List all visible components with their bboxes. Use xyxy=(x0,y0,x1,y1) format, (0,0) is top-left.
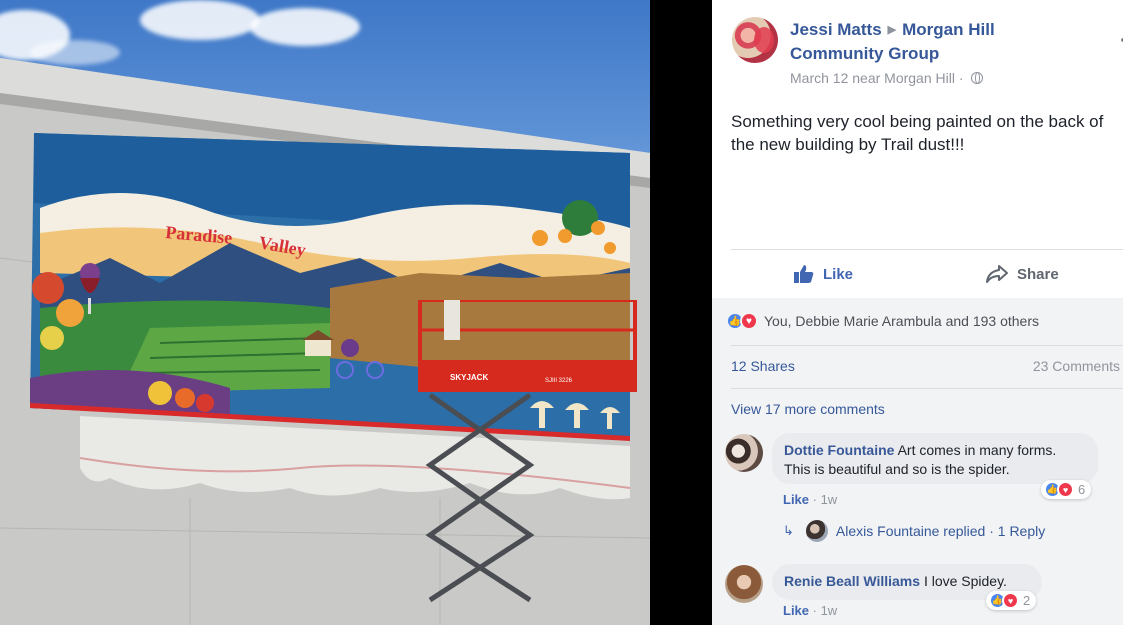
share-arrow-icon xyxy=(986,265,1008,283)
post-photo[interactable]: Paradise Valley SKYJACK SJIII 3226 xyxy=(0,0,650,625)
lightbox-gutter xyxy=(650,0,712,625)
commenter-avatar[interactable] xyxy=(725,565,763,603)
comment-bubble: Dottie Fountaine Art comes in many forms… xyxy=(772,433,1098,484)
caret-right-icon: ▶ xyxy=(887,24,897,36)
love-reaction-icon: ♥ xyxy=(740,312,758,330)
replier-avatar xyxy=(805,520,828,542)
reaction-summary[interactable]: 👍 ♥ You, Debbie Marie Arambula and 193 o… xyxy=(726,312,1039,330)
commenter-avatar[interactable] xyxy=(725,434,763,472)
share-label: Share xyxy=(1017,265,1059,283)
comment-like-link[interactable]: Like xyxy=(783,603,809,618)
comment-reaction-count: 2 xyxy=(1023,593,1031,608)
comment-reactions[interactable]: 👍 ♥ 2 xyxy=(986,591,1037,610)
post-panel: Jessi Matts ▶ Morgan Hill Community Group … xyxy=(712,0,1123,625)
reply-arrow-icon: ↳ xyxy=(783,523,794,538)
thumbs-up-icon xyxy=(794,265,814,283)
divider xyxy=(731,345,1123,346)
comment-replies-link[interactable]: ↳ Alexis Fountaine replied · 1 Reply xyxy=(783,520,1045,542)
love-reaction-icon: ♥ xyxy=(1057,481,1074,498)
shares-link[interactable]: 12 Shares xyxy=(731,358,795,374)
comment-author-link[interactable]: Renie Beall Williams xyxy=(784,573,920,589)
love-reaction-icon: ♥ xyxy=(1002,592,1019,609)
globe-icon[interactable] xyxy=(971,72,984,84)
reply-summary: Alexis Fountaine replied · 1 Reply xyxy=(835,523,1046,539)
comment-reaction-count: 6 xyxy=(1078,482,1086,497)
like-button[interactable]: Like xyxy=(793,250,853,298)
lift-id: SJIII 3226 xyxy=(545,378,573,384)
comment-text: I love Spidey. xyxy=(923,573,1007,589)
divider xyxy=(731,388,1123,389)
post-timestamp[interactable]: March 12 near Morgan Hill · xyxy=(790,70,967,86)
reaction-summary-text: You, Debbie Marie Arambula and 193 other… xyxy=(764,313,1039,329)
scissor-lift: SKYJACK SJIII 3226 xyxy=(418,300,637,603)
comment-like-link[interactable]: Like xyxy=(783,492,809,507)
cloud xyxy=(140,0,260,40)
post-actions: Like Share xyxy=(731,250,1123,298)
post-title: Jessi Matts ▶ Morgan Hill Community Group xyxy=(790,18,1090,66)
lift-brand: SKYJACK xyxy=(450,373,488,382)
comment-time[interactable]: 1w xyxy=(821,492,838,507)
comments-count-link[interactable]: 23 Comments xyxy=(1033,358,1120,374)
like-label: Like xyxy=(823,265,854,283)
comment-time[interactable]: 1w xyxy=(821,603,838,618)
author-avatar[interactable] xyxy=(732,17,778,63)
share-button[interactable]: Share xyxy=(985,250,1059,298)
post-footer: 👍 ♥ You, Debbie Marie Arambula and 193 o… xyxy=(712,298,1123,625)
post-text: Something very cool being painted on the… xyxy=(731,112,1104,154)
cloud xyxy=(250,8,360,46)
post-meta: March 12 near Morgan Hill · xyxy=(790,70,984,86)
comment-actions: Like · 1w xyxy=(783,603,838,618)
comment-author-link[interactable]: Dottie Fountaine xyxy=(784,442,894,458)
author-name-link[interactable]: Jessi Matts xyxy=(790,20,882,39)
view-more-comments-link[interactable]: View 17 more comments xyxy=(731,401,885,417)
comment-actions: Like · 1w xyxy=(783,492,838,507)
comment-reactions[interactable]: 👍 ♥ 6 xyxy=(1041,480,1092,499)
